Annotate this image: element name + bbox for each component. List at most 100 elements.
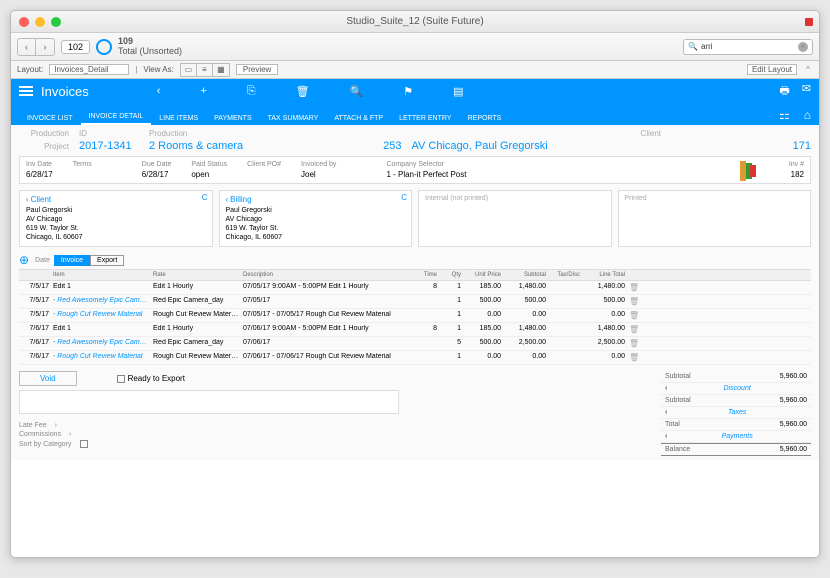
commissions-row[interactable]: Commissions› [19,431,651,438]
client-panel: ‹Client C Paul GregorskiAV Chicago619 W.… [19,190,213,247]
tab-invoice-list[interactable]: INVOICE LIST [19,112,81,125]
export-toggle[interactable]: Export [90,255,124,266]
billing-panel: ‹Billing C Paul GregorskiAV Chicago619 W… [219,190,413,247]
production-row: Production ID Production Client [19,129,811,138]
project-row: Project 2017-1341 2 Rooms & camera 253 A… [19,140,811,152]
preview-button[interactable]: Preview [236,64,278,75]
trash-icon[interactable]: 🗑 [627,339,639,348]
view-buttons: ▭ ≡ ▦ [180,63,230,77]
ready-export[interactable]: Ready to Export [117,374,185,383]
search-icon[interactable]: 🔍 [350,85,364,98]
bottom-left: Void Ready to Export Late Fee› Commissio… [19,371,651,456]
folder-number[interactable]: 171 [793,140,811,152]
prev-icon[interactable]: ‹ [157,85,161,98]
form-view-icon[interactable]: ▭ [181,64,197,76]
record-info: 109 Total (Unsorted) [118,37,182,57]
pie-icon[interactable] [96,39,112,55]
blue-tabs: INVOICE LIST INVOICE DETAIL LINE ITEMS P… [11,103,819,125]
void-button[interactable]: Void [19,371,77,386]
mail-icon[interactable]: ✉ [802,82,811,101]
memo-field[interactable] [19,390,399,414]
tab-line-items[interactable]: LINE ITEMS [151,112,206,125]
late-fee-row[interactable]: Late Fee› [19,422,651,429]
line-item-header: ItemRateDescription TimeQty Unit PriceSu… [19,269,811,281]
invoice-header: Inv Date6/28/17 Terms Due Date6/28/17 Pa… [19,156,811,184]
client-address: Paul GregorskiAV Chicago619 W. Taylor St… [26,206,206,242]
discount-row: ‹ Discount [661,383,811,395]
trash-icon[interactable]: 🗑 [627,325,639,334]
inv-number-field: Inv #182 [789,161,804,179]
project-label: Project [19,142,69,151]
table-view-icon[interactable]: ▦ [213,64,229,76]
toolbar: ‹ › 102 109 Total (Unsorted) 🔍 arri × [11,33,819,61]
layout-select[interactable]: Invoices_Detail [49,64,129,75]
client-number[interactable]: 253 [383,140,401,152]
tag-icon[interactable]: ⚑ [403,85,413,98]
add-line-icon[interactable]: ⊕ [19,253,29,267]
maximize-icon[interactable] [51,17,61,27]
caret-icon[interactable]: ^ [803,65,813,74]
tab-attach-ftp[interactable]: ATTACH & FTP [326,112,391,125]
table-row[interactable]: 7/6/17- Red Awesomely Epic Camera #1 100… [19,337,811,351]
search-icon: 🔍 [688,42,698,51]
billing-panel-c[interactable]: C [401,193,407,202]
ready-checkbox[interactable] [117,375,125,383]
add-icon[interactable]: + [200,85,206,98]
close-icon[interactable] [19,17,29,27]
invoiced-by-field: Invoiced byJoel [301,161,336,179]
printed-panel[interactable]: Printed [618,190,812,247]
client-name[interactable]: AV Chicago, Paul Gregorski [412,140,548,152]
forward-button[interactable]: › [36,39,54,55]
company-logo-icon [736,159,760,183]
production2-label: Production [149,129,187,138]
menu-icon[interactable] [19,86,33,96]
grid-icon[interactable]: ⚏ [779,108,790,122]
client-po-field: Client PO# [247,161,281,179]
record-number[interactable]: 102 [61,40,90,54]
table-row[interactable]: 7/6/17Edit 1Edit 1 Hourly07/06/17 9:00AM… [19,323,811,337]
client-panel-c[interactable]: C [202,193,208,202]
view-as-label: View As: [143,65,174,74]
internal-panel[interactable]: Internal (not printed) [418,190,612,247]
sort-category-row[interactable]: Sort by Category [19,440,651,448]
project-name[interactable]: 2 Rooms & camera [149,140,243,152]
copy-icon[interactable]: ⎘ [247,85,256,98]
bottom-section: Void Ready to Export Late Fee› Commissio… [19,371,811,456]
list-icon[interactable]: ▤ [453,85,463,98]
table-row[interactable]: 7/5/17- Rough Cut Review MaterialRough C… [19,309,811,323]
app-window: Studio_Suite_12 (Suite Future) ‹ › 102 1… [10,10,820,558]
trash-icon[interactable]: 🗑 [296,85,310,98]
edit-layout-button[interactable]: Edit Layout [747,64,797,75]
subtotal2-row: Subtotal5,960.00 [661,395,811,407]
footer-left: Late Fee› Commissions› Sort by Category [19,422,651,448]
tab-invoice-detail[interactable]: INVOICE DETAIL [81,110,152,125]
search-input[interactable]: 🔍 arri × [683,39,813,55]
back-button[interactable]: ‹ [18,39,36,55]
trash-icon[interactable]: 🗑 [627,297,639,306]
minimize-icon[interactable] [35,17,45,27]
table-row[interactable]: 7/5/17Edit 1Edit 1 Hourly07/05/17 9:00AM… [19,281,811,295]
tab-tax-summary[interactable]: TAX SUMMARY [260,112,327,125]
clear-search-icon[interactable]: × [798,42,808,52]
billing-address: Paul GregorskiAV Chicago619 W. Taylor St… [226,206,406,242]
list-view-icon[interactable]: ≡ [197,64,213,76]
trash-icon[interactable]: 🗑 [627,283,639,292]
project-id[interactable]: 2017-1341 [79,140,139,152]
table-row[interactable]: 7/5/17- Red Awesomely Epic Camera #1 100… [19,295,811,309]
tab-reports[interactable]: REPORTS [459,112,509,125]
content: Production ID Production Client Project … [11,125,819,460]
address-panels: ‹Client C Paul GregorskiAV Chicago619 W.… [19,190,811,247]
print-icon[interactable]: 🖶 [779,82,789,101]
payments-row: ‹ Payments [661,431,811,443]
layout-label: Layout: [17,65,43,74]
invoice-toggle[interactable]: Invoice [54,255,90,266]
tab-payments[interactable]: PAYMENTS [206,112,259,125]
trash-icon[interactable]: 🗑 [627,311,639,320]
home-icon[interactable]: ⌂ [804,108,811,122]
blue-nav-top: Invoices ‹ + ⎘ 🗑 🔍 ⚑ ▤ 🖶 ✉ [11,79,819,103]
table-row[interactable]: 7/6/17- Rough Cut Review MaterialRough C… [19,351,811,365]
trash-icon[interactable]: 🗑 [627,353,639,362]
tab-right-icons: ⚏ ⌂ [779,108,811,125]
tab-letter-entry[interactable]: LETTER ENTRY [391,112,459,125]
titlebar: Studio_Suite_12 (Suite Future) [11,11,819,33]
